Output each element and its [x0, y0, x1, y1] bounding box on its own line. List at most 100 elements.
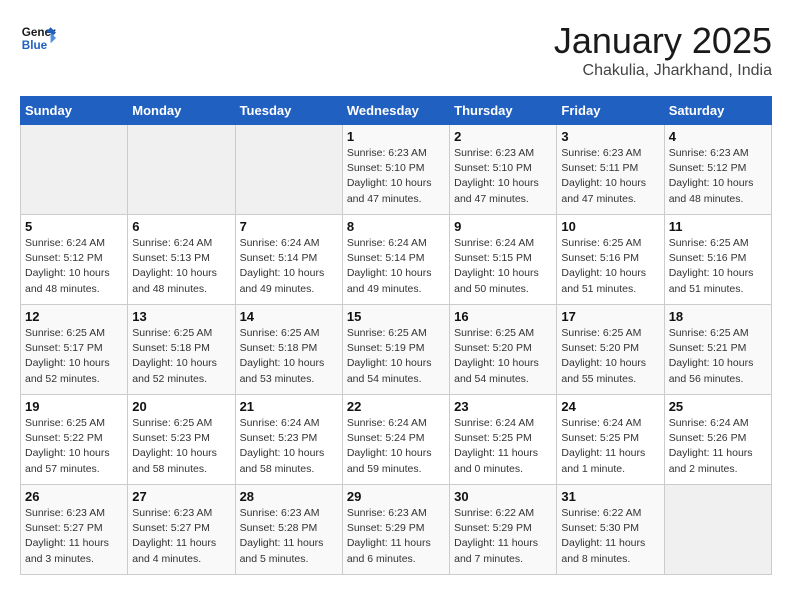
calendar-cell: 7Sunrise: 6:24 AM Sunset: 5:14 PM Daylig… [235, 215, 342, 305]
day-number: 3 [561, 129, 659, 144]
day-info: Sunrise: 6:22 AM Sunset: 5:29 PM Dayligh… [454, 506, 552, 567]
calendar-cell [235, 125, 342, 215]
day-info: Sunrise: 6:24 AM Sunset: 5:23 PM Dayligh… [240, 416, 338, 477]
day-info: Sunrise: 6:23 AM Sunset: 5:11 PM Dayligh… [561, 146, 659, 207]
day-info: Sunrise: 6:23 AM Sunset: 5:27 PM Dayligh… [25, 506, 123, 567]
calendar-week-row: 19Sunrise: 6:25 AM Sunset: 5:22 PM Dayli… [21, 395, 772, 485]
day-number: 10 [561, 219, 659, 234]
calendar-cell: 8 Sunrise: 6:24 AM Sunset: 5:14 PM Daylig… [342, 215, 449, 305]
logo: General Blue [20, 20, 56, 56]
calendar-cell [21, 125, 128, 215]
calendar-week-row: 12 Sunrise: 6:25 AM Sunset: 5:17 PM Dayli… [21, 305, 772, 395]
page-header: General Blue January 2025 Chakulia, Jhar… [20, 20, 772, 80]
weekday-header-saturday: Saturday [664, 97, 771, 125]
calendar-cell: 21 Sunrise: 6:24 AM Sunset: 5:23 PM Dayli… [235, 395, 342, 485]
weekday-header-sunday: Sunday [21, 97, 128, 125]
day-number: 11 [669, 219, 767, 234]
day-info: Sunrise: 6:23 AM Sunset: 5:28 PM Dayligh… [240, 506, 338, 567]
calendar-cell: 22Sunrise: 6:24 AM Sunset: 5:24 PM Dayli… [342, 395, 449, 485]
calendar-cell: 9 Sunrise: 6:24 AM Sunset: 5:15 PM Daylig… [450, 215, 557, 305]
day-info: Sunrise: 6:25 AM Sunset: 5:20 PM Dayligh… [454, 326, 552, 387]
calendar-cell: 11 Sunrise: 6:25 AM Sunset: 5:16 PM Dayli… [664, 215, 771, 305]
day-info: Sunrise: 6:25 AM Sunset: 5:16 PM Dayligh… [561, 236, 659, 297]
day-info: Sunrise: 6:22 AM Sunset: 5:30 PM Dayligh… [561, 506, 659, 567]
day-info: Sunrise: 6:25 AM Sunset: 5:17 PM Dayligh… [25, 326, 123, 387]
day-number: 21 [240, 399, 338, 414]
calendar-cell: 17 Sunrise: 6:25 AM Sunset: 5:20 PM Dayli… [557, 305, 664, 395]
weekday-header-monday: Monday [128, 97, 235, 125]
calendar-cell: 31 Sunrise: 6:22 AM Sunset: 5:30 PM Dayli… [557, 485, 664, 575]
calendar-cell [664, 485, 771, 575]
day-number: 18 [669, 309, 767, 324]
calendar-cell: 15 Sunrise: 6:25 AM Sunset: 5:19 PM Dayli… [342, 305, 449, 395]
calendar-week-row: 1 Sunrise: 6:23 AM Sunset: 5:10 PM Daylig… [21, 125, 772, 215]
calendar-cell: 3 Sunrise: 6:23 AM Sunset: 5:11 PM Daylig… [557, 125, 664, 215]
day-info: Sunrise: 6:24 AM Sunset: 5:14 PM Dayligh… [347, 236, 445, 297]
day-number: 5 [25, 219, 123, 234]
calendar-cell: 6Sunrise: 6:24 AM Sunset: 5:13 PM Daylig… [128, 215, 235, 305]
weekday-header-friday: Friday [557, 97, 664, 125]
calendar-cell: 26Sunrise: 6:23 AM Sunset: 5:27 PM Dayli… [21, 485, 128, 575]
calendar-cell: 14 Sunrise: 6:25 AM Sunset: 5:18 PM Dayli… [235, 305, 342, 395]
day-number: 9 [454, 219, 552, 234]
day-number: 20 [132, 399, 230, 414]
calendar-cell: 13 Sunrise: 6:25 AM Sunset: 5:18 PM Dayli… [128, 305, 235, 395]
calendar-cell [128, 125, 235, 215]
day-number: 15 [347, 309, 445, 324]
calendar-cell: 28 Sunrise: 6:23 AM Sunset: 5:28 PM Dayli… [235, 485, 342, 575]
day-info: Sunrise: 6:25 AM Sunset: 5:19 PM Dayligh… [347, 326, 445, 387]
weekday-header-row: SundayMondayTuesdayWednesdayThursdayFrid… [21, 97, 772, 125]
day-number: 19 [25, 399, 123, 414]
day-info: Sunrise: 6:24 AM Sunset: 5:12 PM Dayligh… [25, 236, 123, 297]
day-info: Sunrise: 6:24 AM Sunset: 5:25 PM Dayligh… [561, 416, 659, 477]
weekday-header-wednesday: Wednesday [342, 97, 449, 125]
calendar-cell: 27Sunrise: 6:23 AM Sunset: 5:27 PM Dayli… [128, 485, 235, 575]
calendar-cell: 10 Sunrise: 6:25 AM Sunset: 5:16 PM Dayli… [557, 215, 664, 305]
day-number: 6 [132, 219, 230, 234]
day-number: 14 [240, 309, 338, 324]
day-number: 23 [454, 399, 552, 414]
day-number: 30 [454, 489, 552, 504]
day-info: Sunrise: 6:25 AM Sunset: 5:18 PM Dayligh… [240, 326, 338, 387]
day-info: Sunrise: 6:23 AM Sunset: 5:29 PM Dayligh… [347, 506, 445, 567]
calendar-cell: 20Sunrise: 6:25 AM Sunset: 5:23 PM Dayli… [128, 395, 235, 485]
day-number: 29 [347, 489, 445, 504]
calendar-table: SundayMondayTuesdayWednesdayThursdayFrid… [20, 96, 772, 575]
calendar-cell: 1 Sunrise: 6:23 AM Sunset: 5:10 PM Daylig… [342, 125, 449, 215]
day-number: 2 [454, 129, 552, 144]
calendar-week-row: 26Sunrise: 6:23 AM Sunset: 5:27 PM Dayli… [21, 485, 772, 575]
day-info: Sunrise: 6:25 AM Sunset: 5:16 PM Dayligh… [669, 236, 767, 297]
day-number: 25 [669, 399, 767, 414]
day-number: 17 [561, 309, 659, 324]
calendar-cell: 25 Sunrise: 6:24 AM Sunset: 5:26 PM Dayli… [664, 395, 771, 485]
svg-text:Blue: Blue [22, 39, 48, 52]
day-info: Sunrise: 6:25 AM Sunset: 5:18 PM Dayligh… [132, 326, 230, 387]
calendar-cell: 23 Sunrise: 6:24 AM Sunset: 5:25 PM Dayli… [450, 395, 557, 485]
day-info: Sunrise: 6:24 AM Sunset: 5:25 PM Dayligh… [454, 416, 552, 477]
day-number: 7 [240, 219, 338, 234]
calendar-cell: 29 Sunrise: 6:23 AM Sunset: 5:29 PM Dayli… [342, 485, 449, 575]
day-info: Sunrise: 6:23 AM Sunset: 5:10 PM Dayligh… [454, 146, 552, 207]
day-number: 13 [132, 309, 230, 324]
logo-icon: General Blue [20, 20, 56, 56]
calendar-cell: 19Sunrise: 6:25 AM Sunset: 5:22 PM Dayli… [21, 395, 128, 485]
day-number: 22 [347, 399, 445, 414]
day-number: 1 [347, 129, 445, 144]
calendar-subtitle: Chakulia, Jharkhand, India [554, 62, 772, 80]
day-number: 28 [240, 489, 338, 504]
day-number: 31 [561, 489, 659, 504]
day-info: Sunrise: 6:23 AM Sunset: 5:27 PM Dayligh… [132, 506, 230, 567]
calendar-cell: 12 Sunrise: 6:25 AM Sunset: 5:17 PM Dayli… [21, 305, 128, 395]
day-info: Sunrise: 6:23 AM Sunset: 5:10 PM Dayligh… [347, 146, 445, 207]
calendar-cell: 18Sunrise: 6:25 AM Sunset: 5:21 PM Dayli… [664, 305, 771, 395]
calendar-title: January 2025 [554, 20, 772, 62]
day-number: 12 [25, 309, 123, 324]
day-info: Sunrise: 6:24 AM Sunset: 5:15 PM Dayligh… [454, 236, 552, 297]
day-number: 8 [347, 219, 445, 234]
day-info: Sunrise: 6:25 AM Sunset: 5:20 PM Dayligh… [561, 326, 659, 387]
day-info: Sunrise: 6:23 AM Sunset: 5:12 PM Dayligh… [669, 146, 767, 207]
day-info: Sunrise: 6:24 AM Sunset: 5:26 PM Dayligh… [669, 416, 767, 477]
day-number: 4 [669, 129, 767, 144]
calendar-cell: 5 Sunrise: 6:24 AM Sunset: 5:12 PM Daylig… [21, 215, 128, 305]
calendar-cell: 16Sunrise: 6:25 AM Sunset: 5:20 PM Dayli… [450, 305, 557, 395]
